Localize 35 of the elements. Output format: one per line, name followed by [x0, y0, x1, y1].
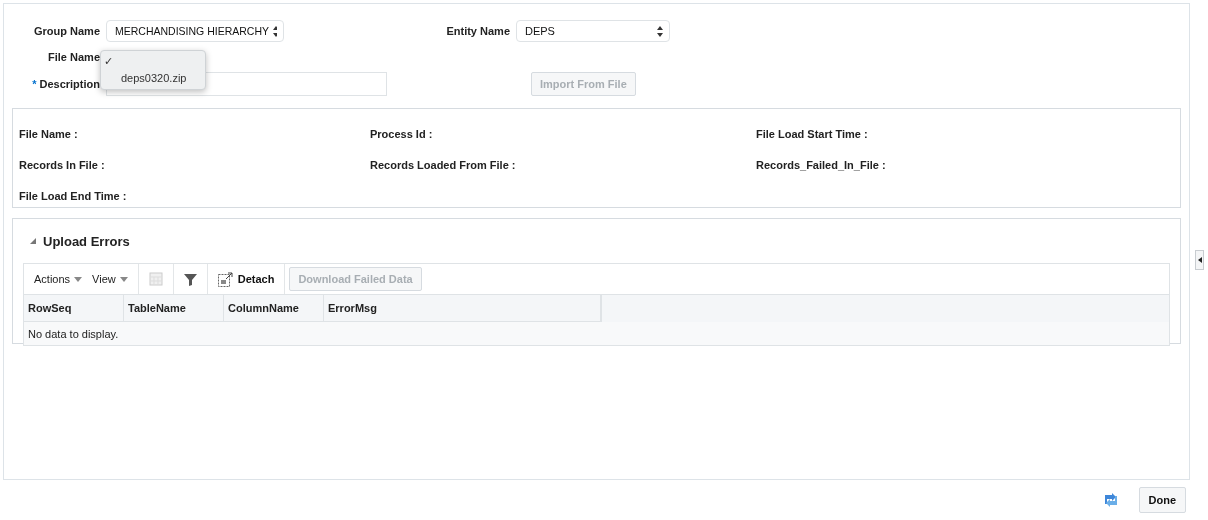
filter-icon[interactable] — [183, 272, 197, 286]
info-label: Records_Failed_In_File : — [756, 159, 887, 171]
column-header[interactable]: ErrorMsg — [324, 295, 601, 321]
check-mark: ✓ — [104, 54, 113, 69]
info-label: Process Id : — [370, 128, 434, 140]
column-header[interactable]: ColumnName — [224, 295, 324, 321]
field-label: Group Name — [33, 25, 100, 37]
toolbar-menu[interactable]: View — [92, 273, 128, 285]
entity-name-select[interactable]: DEPS — [516, 20, 670, 42]
column-header[interactable]: TableName — [124, 295, 224, 321]
select-arrows-icon — [273, 25, 277, 37]
info-label: Records Loaded From File : — [370, 159, 517, 171]
dropdown-arrow-icon — [119, 276, 128, 282]
group-name-select[interactable]: MERCHANDISING HIERARCHY — [106, 20, 284, 42]
required-asterisk: * — [32, 78, 37, 90]
info-label: File Load End Time : — [19, 190, 128, 202]
info-label: File Load Start Time : — [756, 128, 869, 140]
detach-button[interactable]: Detach — [217, 271, 275, 287]
field-label: * Description — [31, 78, 100, 90]
section-title: Upload Errors — [43, 233, 130, 249]
column-header[interactable]: RowSeq — [24, 295, 124, 321]
dropdown-arrow-icon — [74, 276, 83, 282]
detach-icon — [217, 271, 233, 287]
sync-icon[interactable] — [1102, 492, 1119, 508]
done-button[interactable]: Done — [1138, 487, 1186, 513]
info-label: Records In File : — [19, 159, 106, 171]
empty-table-message: No data to display. — [28, 328, 119, 340]
field-label: File Name — [47, 51, 100, 63]
select-arrows-icon — [657, 25, 663, 37]
toolbar-menu[interactable]: Actions — [34, 273, 83, 285]
field-label: Entity Name — [445, 25, 510, 37]
disclosure-triangle-icon[interactable] — [29, 237, 37, 245]
collapse-pane-handle[interactable] — [1195, 250, 1204, 270]
dropdown-option[interactable]: deps0320.zip — [101, 70, 205, 87]
info-label: File Name : — [19, 128, 79, 140]
